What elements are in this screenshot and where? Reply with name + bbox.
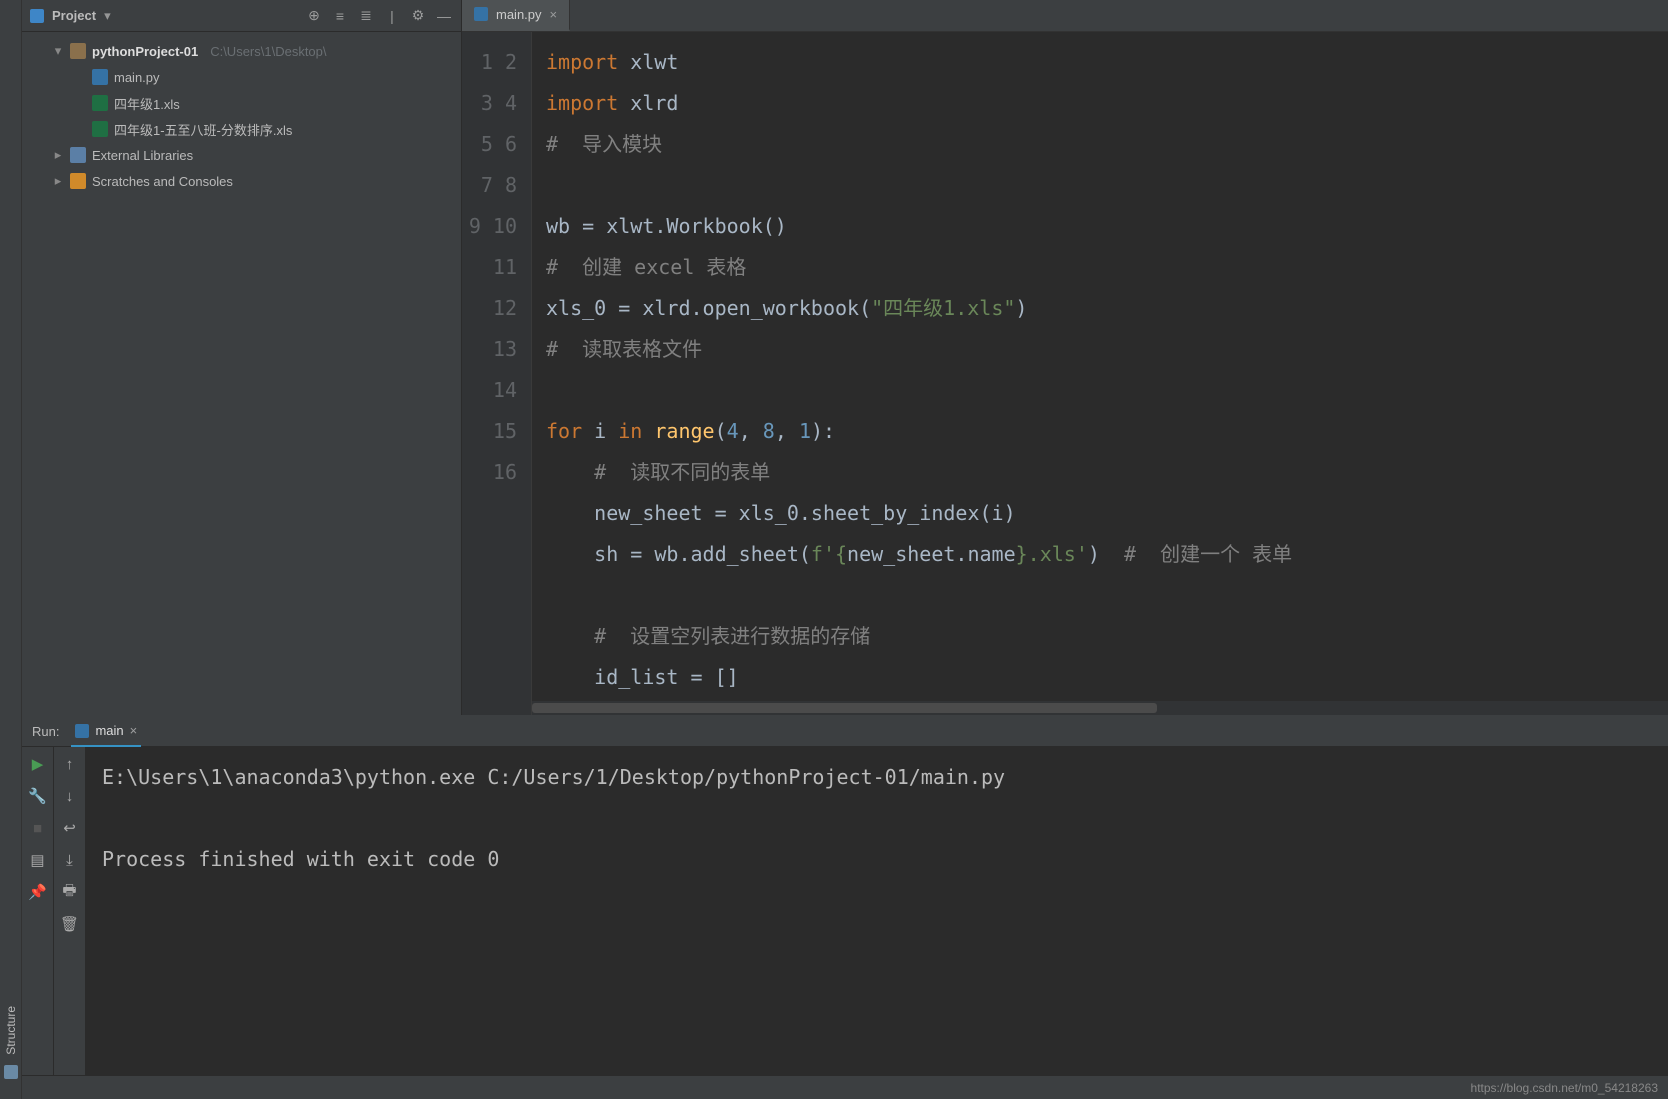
libraries-icon — [70, 147, 86, 163]
pin-icon[interactable]: 📌 — [29, 883, 47, 901]
stop-icon[interactable]: ■ — [29, 819, 47, 837]
python-file-icon — [75, 724, 89, 738]
status-bar: https://blog.csdn.net/m0_54218263 — [22, 1075, 1668, 1099]
python-file-icon — [474, 7, 488, 21]
project-tree: ▾ pythonProject-01 C:\Users\1\Desktop\ m… — [22, 32, 461, 200]
run-tab-label: main — [95, 723, 123, 738]
file-name: 四年级1.xls — [114, 94, 180, 113]
collapse-all-icon[interactable]: ≣ — [357, 7, 375, 25]
down-arrow-icon[interactable]: ↓ — [61, 787, 79, 805]
structure-rail-icon[interactable] — [4, 1065, 18, 1079]
code-content[interactable]: import xlwt import xlrd # 导入模块 wb = xlwt… — [532, 32, 1668, 715]
project-header-title[interactable]: Project — [52, 8, 96, 23]
chevron-right-icon[interactable]: ▸ — [52, 147, 64, 163]
up-arrow-icon[interactable]: ↑ — [61, 755, 79, 773]
editor-horizontal-scrollbar[interactable] — [532, 701, 1668, 715]
close-icon[interactable]: × — [550, 7, 558, 22]
line-gutter: 1 2 3 4 5 6 7 8 9 10 11 12 13 14 15 16 — [462, 32, 532, 715]
minimize-icon[interactable]: — — [435, 7, 453, 25]
project-dropdown-icon[interactable]: ▾ — [104, 8, 111, 24]
folder-icon — [70, 43, 86, 59]
xls-file-icon — [92, 95, 108, 111]
editor-tab-label: main.py — [496, 7, 542, 22]
tree-file[interactable]: main.py — [22, 64, 461, 90]
run-tab-main[interactable]: main × — [71, 717, 141, 747]
expand-all-icon[interactable]: ≡ — [331, 7, 349, 25]
run-console[interactable]: E:\Users\1\anaconda3\python.exe C:/Users… — [86, 747, 1668, 1075]
project-rail-icon[interactable] — [4, 8, 18, 22]
project-rail-label[interactable]: Project — [4, 28, 18, 73]
console-line: E:\Users\1\anaconda3\python.exe C:/Users… — [102, 765, 1005, 789]
tree-scratches[interactable]: ▸ Scratches and Consoles — [22, 168, 461, 194]
settings-icon[interactable]: ⚙ — [409, 7, 427, 25]
ext-lib-label: External Libraries — [92, 148, 193, 163]
project-view-icon — [30, 9, 44, 23]
scratches-icon — [70, 173, 86, 189]
locate-icon[interactable]: ⊕ — [305, 7, 323, 25]
rerun-icon[interactable]: ▶ — [29, 755, 47, 773]
close-icon[interactable]: × — [130, 723, 138, 738]
chevron-down-icon[interactable]: ▾ — [52, 43, 64, 59]
editor-tabs: main.py × — [462, 0, 1668, 32]
print-icon[interactable]: 🖶 — [61, 883, 79, 901]
soft-wrap-icon[interactable]: ↩ — [61, 819, 79, 837]
chevron-right-icon[interactable]: ▸ — [52, 173, 64, 189]
status-right-text: https://blog.csdn.net/m0_54218263 — [1471, 1081, 1658, 1095]
project-header: Project ▾ ⊕ ≡ ≣ | ⚙ — — [22, 0, 461, 32]
code-editor[interactable]: 1 2 3 4 5 6 7 8 9 10 11 12 13 14 15 16 i… — [462, 32, 1668, 715]
tree-file[interactable]: 四年级1-五至八班-分数排序.xls — [22, 116, 461, 142]
file-name: 四年级1-五至八班-分数排序.xls — [114, 120, 292, 139]
wrench-icon[interactable]: 🔧 — [29, 787, 47, 805]
xls-file-icon — [92, 121, 108, 137]
structure-rail-label[interactable]: Structure — [4, 1002, 18, 1059]
tree-file[interactable]: 四年级1.xls — [22, 90, 461, 116]
tree-ext-libs[interactable]: ▸ External Libraries — [22, 142, 461, 168]
editor-tab-main[interactable]: main.py × — [462, 0, 570, 31]
project-tool-window: Project ▾ ⊕ ≡ ≣ | ⚙ — ▾ pythonProject-01… — [22, 0, 462, 715]
layout-icon[interactable]: ▤ — [29, 851, 47, 869]
divider-icon: | — [383, 7, 401, 25]
left-tool-rail: Project — [0, 0, 22, 1099]
run-header: Run: main × — [22, 717, 1668, 747]
editor-area: main.py × 1 2 3 4 5 6 7 8 9 10 11 12 13 … — [462, 0, 1668, 715]
root-name: pythonProject-01 — [92, 44, 198, 59]
run-tool-window: Run: main × ▶ 🔧 ■ ▤ 📌 ↑ ↓ ↩ ⤓ 🖶 🗑 — [22, 715, 1668, 1075]
scratches-label: Scratches and Consoles — [92, 174, 233, 189]
run-toolbar-secondary: ↑ ↓ ↩ ⤓ 🖶 🗑 — [54, 747, 86, 1075]
file-name: main.py — [114, 70, 160, 85]
tree-root[interactable]: ▾ pythonProject-01 C:\Users\1\Desktop\ — [22, 38, 461, 64]
root-path: C:\Users\1\Desktop\ — [210, 44, 326, 59]
run-toolbar-primary: ▶ 🔧 ■ ▤ 📌 — [22, 747, 54, 1075]
console-line: Process finished with exit code 0 — [102, 847, 499, 871]
python-file-icon — [92, 69, 108, 85]
run-header-label: Run: — [32, 724, 59, 739]
trash-icon[interactable]: 🗑 — [61, 915, 79, 933]
scroll-to-end-icon[interactable]: ⤓ — [61, 851, 79, 869]
